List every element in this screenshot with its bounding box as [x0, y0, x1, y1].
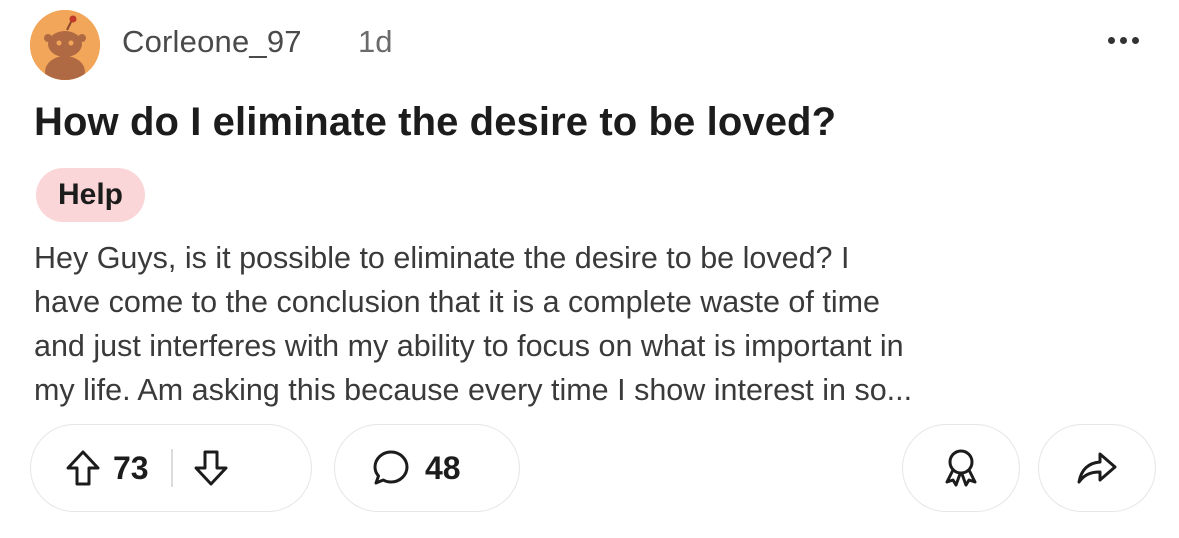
more-options-icon[interactable] — [1101, 20, 1145, 60]
upvote-arrow-icon[interactable] — [65, 449, 101, 487]
post-title[interactable]: How do I eliminate the desire to be love… — [34, 100, 836, 145]
post-body-line: have come to the conclusion that it is a… — [34, 285, 880, 319]
post-author[interactable]: Corleone_97 — [122, 24, 302, 60]
post-body[interactable]: Hey Guys, is it possible to eliminate th… — [34, 236, 1154, 412]
vote-bar: 73 — [30, 424, 312, 512]
comment-bubble-icon — [371, 448, 411, 488]
post-age: 1d — [358, 24, 393, 59]
award-button[interactable] — [902, 424, 1020, 512]
post-body-line: and just interferes with my ability to f… — [34, 329, 904, 363]
share-arrow-icon — [1075, 448, 1119, 488]
share-button[interactable] — [1038, 424, 1156, 512]
post-flair[interactable]: Help — [36, 168, 146, 222]
snoo-avatar-icon[interactable] — [30, 10, 100, 80]
downvote-arrow-icon[interactable] — [193, 449, 229, 487]
award-icon — [939, 446, 983, 490]
upvote-count: 73 — [113, 449, 149, 486]
comment-count: 48 — [425, 449, 461, 486]
comments-button[interactable]: 48 — [334, 424, 520, 512]
vote-divider — [170, 449, 173, 487]
post-card: Corleone_97 1d How do I eliminate the de… — [0, 0, 1179, 538]
post-body-line: Hey Guys, is it possible to eliminate th… — [34, 241, 850, 275]
post-body-line: my life. Am asking this because every ti… — [34, 373, 913, 407]
